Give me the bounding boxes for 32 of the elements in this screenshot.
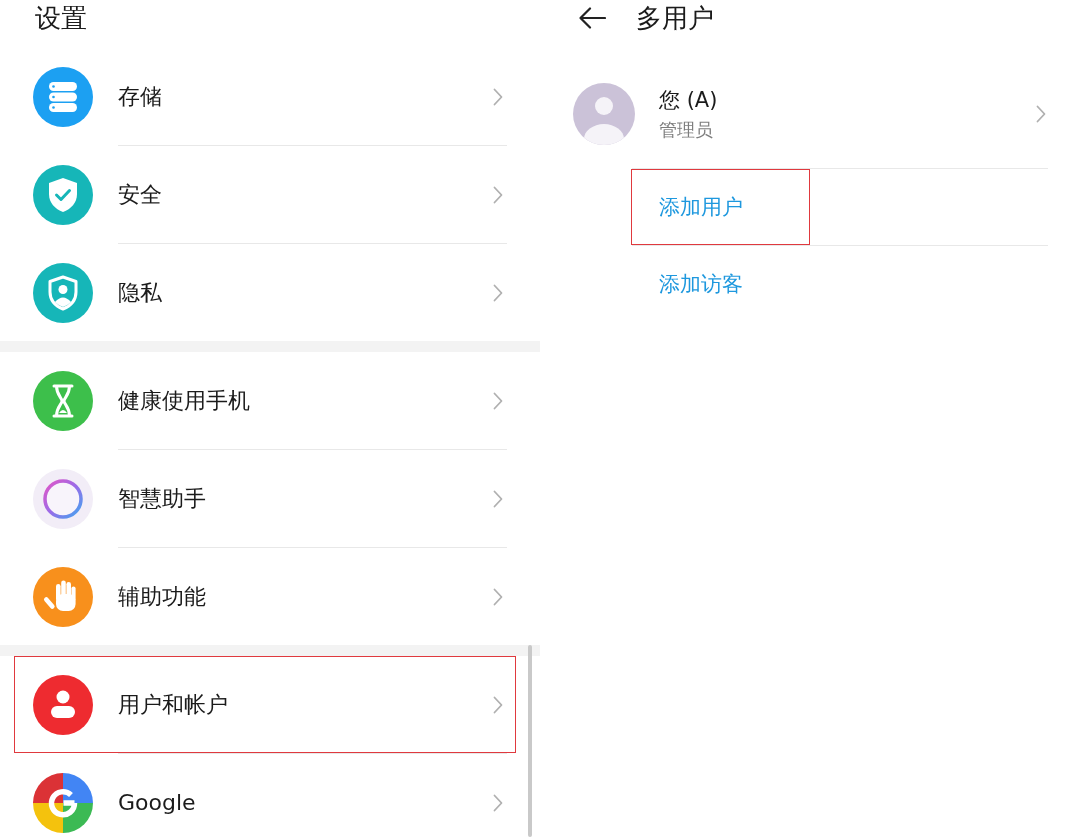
chevron-right-icon	[493, 185, 503, 204]
settings-item[interactable]: 隐私	[14, 244, 516, 341]
ring-icon	[33, 468, 93, 529]
chevron-right-icon	[493, 283, 503, 302]
settings-item[interactable]: Google	[14, 754, 516, 837]
shield-person-icon	[33, 262, 93, 323]
settings-item[interactable]: 用户和帐户	[14, 656, 516, 753]
user-item[interactable]: 您 (A) 管理员	[540, 60, 1080, 168]
back-arrow-icon[interactable]	[578, 6, 606, 30]
user-role: 管理员	[659, 118, 713, 142]
settings-item[interactable]: 存储	[14, 48, 516, 145]
shield-check-icon	[33, 164, 93, 225]
chevron-right-icon	[1036, 105, 1046, 123]
settings-item[interactable]: 辅助功能	[14, 548, 516, 645]
chevron-right-icon	[493, 391, 503, 410]
avatar-icon	[573, 83, 635, 145]
settings-item[interactable]: 智慧助手	[14, 450, 516, 547]
hand-icon	[33, 566, 93, 627]
page-title: 多用户	[636, 2, 714, 35]
chevron-right-icon	[493, 489, 503, 508]
server-stack-icon	[33, 66, 93, 127]
chevron-right-icon	[493, 793, 503, 812]
settings-item[interactable]: 安全	[14, 146, 516, 243]
settings-item[interactable]: 健康使用手机	[14, 352, 516, 449]
chevron-right-icon	[493, 87, 503, 106]
hourglass-icon	[33, 370, 93, 431]
chevron-right-icon	[493, 695, 503, 714]
user-name: 您 (A)	[659, 87, 718, 114]
person-icon	[33, 674, 93, 735]
g-letter-icon	[33, 772, 93, 833]
chevron-right-icon	[493, 587, 503, 606]
settings-title: 设置	[35, 2, 87, 35]
